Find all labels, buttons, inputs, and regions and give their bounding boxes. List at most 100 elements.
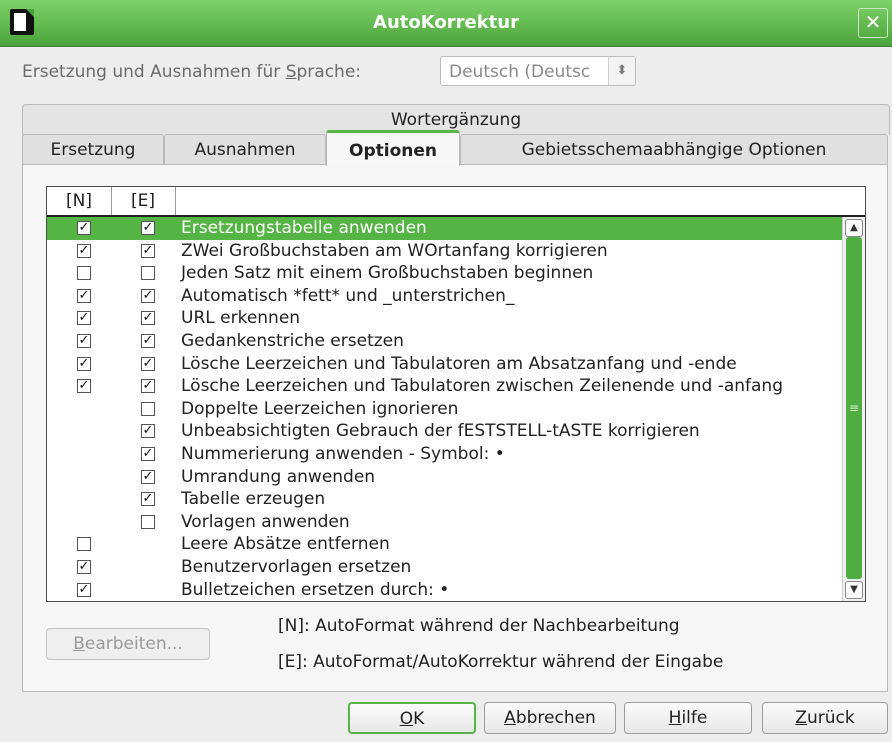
edit-button[interactable]: Bearbeiten... — [46, 628, 210, 660]
ok-button[interactable]: OK — [348, 702, 476, 734]
checkbox-n[interactable] — [77, 266, 91, 281]
tab-ersetzung[interactable]: Ersetzung — [22, 134, 164, 164]
checkbox-e[interactable]: ✓ — [141, 469, 155, 484]
option-label: URL erkennen — [181, 308, 301, 329]
option-label: Lösche Leerzeichen und Tabulatoren am Ab… — [181, 353, 737, 374]
checkbox-n[interactable]: ✓ — [77, 288, 91, 303]
checkbox-n[interactable]: ✓ — [77, 243, 91, 258]
option-row[interactable]: Leere Absätze entfernen — [47, 533, 843, 556]
ok-button-accesskey: O — [399, 709, 414, 729]
header-n[interactable]: [N] — [47, 187, 112, 215]
header-e[interactable]: [E] — [111, 187, 176, 215]
option-row[interactable]: ✓ Nummerierung anwenden - Symbol: • — [47, 443, 843, 466]
option-row[interactable]: ✓ Umrandung anwenden — [47, 466, 843, 489]
options-table[interactable]: [N] [E] ✓ ✓ Ersetzungstabelle anwenden ✓ ✓ ZW… — [46, 186, 866, 602]
reset-button[interactable]: Zurück — [762, 702, 888, 734]
language-label-post: prache: — [296, 62, 362, 82]
checkbox-e[interactable] — [141, 266, 155, 281]
option-label: Gedankenstriche ersetzen — [181, 331, 404, 351]
option-row[interactable]: ✓ ✓ Lösche Leerzeichen und Tabulatoren am … — [47, 353, 843, 376]
option-label: Jeden Satz mit einem Großbuchstaben begi… — [181, 263, 594, 284]
option-row[interactable]: ✓ ✓ Lösche Leerzeichen und Tabulatoren zwi… — [47, 375, 843, 398]
checkbox-e[interactable]: ✓ — [141, 334, 155, 348]
checkbox-e[interactable]: ✓ — [141, 447, 155, 461]
checkbox-e[interactable] — [141, 514, 155, 529]
window-title: AutoKorrektur — [373, 12, 519, 33]
title-bar: AutoKorrektur ✕ — [0, 0, 892, 47]
option-row[interactable]: ✓ ✓ Automatisch *fett* und _unterstrichen_ — [47, 285, 843, 308]
option-row[interactable]: ✓ Tabelle erzeugen — [47, 488, 843, 511]
checkbox-n[interactable]: ✓ — [77, 334, 91, 348]
spin-arrows-icon[interactable]: ⬍ — [608, 57, 635, 85]
checkbox-e[interactable]: ✓ — [141, 243, 155, 258]
checkbox-n[interactable]: ✓ — [77, 356, 91, 371]
option-label: Nummerierung anwenden - Symbol: • — [181, 444, 505, 464]
cancel-button[interactable]: Abbrechen — [484, 702, 616, 734]
cancel-button-label: bbrechen — [515, 708, 596, 728]
option-label: Unbeabsichtigten Gebrauch der fESTSTELL-… — [181, 421, 700, 442]
option-row[interactable]: ✓ ✓ Gedankenstriche ersetzen — [47, 330, 843, 353]
option-label: Ersetzungstabelle anwenden — [181, 218, 427, 238]
option-label: Bulletzeichen ersetzen durch: • — [181, 579, 450, 600]
checkbox-n[interactable]: ✓ — [77, 379, 91, 394]
option-label: Vorlagen anwenden — [181, 511, 350, 532]
checkbox-n[interactable]: ✓ — [77, 311, 91, 326]
option-row[interactable]: ✓ ✓ ZWei Großbuchstaben am WOrtanfang korr… — [47, 240, 843, 263]
checkbox-e[interactable]: ✓ — [141, 379, 155, 394]
table-header: [N] [E] — [47, 187, 865, 217]
checkbox-n[interactable]: ✓ — [77, 560, 91, 574]
checkbox-n[interactable] — [77, 537, 91, 552]
help-button-label: ilfe — [681, 708, 708, 728]
cancel-button-accesskey: A — [504, 708, 516, 728]
scroll-grip-icon: ≡ — [848, 401, 860, 415]
close-icon[interactable]: ✕ — [858, 8, 888, 38]
option-row[interactable]: ✓ ✓ Ersetzungstabelle anwenden — [47, 217, 843, 240]
option-label: Lösche Leerzeichen und Tabulatoren zwisc… — [181, 376, 783, 397]
legend-e: [E]: AutoFormat/AutoKorrektur während de… — [278, 652, 724, 672]
checkbox-n[interactable]: ✓ — [77, 221, 91, 235]
checkbox-e[interactable] — [141, 401, 155, 416]
language-select-value: Deutsch (Deutsc — [449, 62, 591, 82]
checkbox-e[interactable]: ✓ — [141, 221, 155, 235]
help-button[interactable]: Hilfe — [624, 702, 752, 734]
option-label: Automatisch *fett* und _unterstrichen_ — [181, 285, 515, 306]
legend-n: [N]: AutoFormat während der Nachbearbeit… — [278, 616, 680, 636]
vertical-scrollbar[interactable]: ▲ ≡ ▼ — [842, 217, 865, 601]
option-row[interactable]: Doppelte Leerzeichen ignorieren — [47, 398, 843, 421]
ok-button-label: K — [413, 709, 425, 729]
option-row[interactable]: ✓ Bulletzeichen ersetzen durch: • — [47, 579, 843, 601]
checkbox-e[interactable]: ✓ — [141, 311, 155, 326]
option-label: Tabelle erzeugen — [181, 489, 326, 510]
edit-button-accesskey: B — [73, 634, 85, 654]
checkbox-e[interactable]: ✓ — [141, 492, 155, 507]
option-label: Umrandung anwenden — [181, 466, 376, 487]
option-row[interactable]: Jeden Satz mit einem Großbuchstaben begi… — [47, 262, 843, 285]
language-label-pre: Ersetzung und Ausnahmen für — [22, 62, 286, 82]
tab-ausnahmen[interactable]: Ausnahmen — [164, 134, 326, 164]
option-row[interactable]: ✓ Unbeabsichtigten Gebrauch der fESTSTELL… — [47, 420, 843, 443]
language-select[interactable]: Deutsch (Deutsc ⬍ — [440, 56, 636, 86]
checkbox-e[interactable]: ✓ — [141, 356, 155, 371]
help-button-accesskey: H — [668, 708, 682, 728]
option-label: Doppelte Leerzeichen ignorieren — [181, 398, 459, 419]
language-label: Ersetzung und Ausnahmen für Sprache: — [22, 62, 361, 82]
scroll-thumb[interactable]: ≡ — [846, 237, 862, 579]
option-label: Benutzervorlagen ersetzen — [181, 557, 412, 577]
reset-button-accesskey: Z — [795, 708, 807, 728]
option-row[interactable]: ✓ Benutzervorlagen ersetzen — [47, 556, 843, 579]
checkbox-n[interactable]: ✓ — [77, 582, 91, 597]
scroll-up-icon[interactable]: ▲ — [845, 219, 863, 237]
language-label-accesskey: S — [285, 62, 297, 82]
option-label: ZWei Großbuchstaben am WOrtanfang korrig… — [181, 240, 608, 261]
header-label[interactable] — [175, 187, 865, 215]
scroll-down-icon[interactable]: ▼ — [845, 581, 863, 599]
checkbox-e[interactable]: ✓ — [141, 424, 155, 439]
edit-button-label: earbeiten... — [84, 634, 183, 654]
tab-gebietsschema-optionen[interactable]: Gebietsschemaabhängige Optionen — [460, 134, 888, 164]
option-label: Leere Absätze entfernen — [181, 534, 390, 555]
checkbox-e[interactable]: ✓ — [141, 288, 155, 303]
tab-optionen[interactable]: Optionen — [326, 130, 460, 166]
option-row[interactable]: Vorlagen anwenden — [47, 511, 843, 534]
reset-button-label: urück — [806, 708, 855, 728]
option-row[interactable]: ✓ ✓ URL erkennen — [47, 307, 843, 330]
